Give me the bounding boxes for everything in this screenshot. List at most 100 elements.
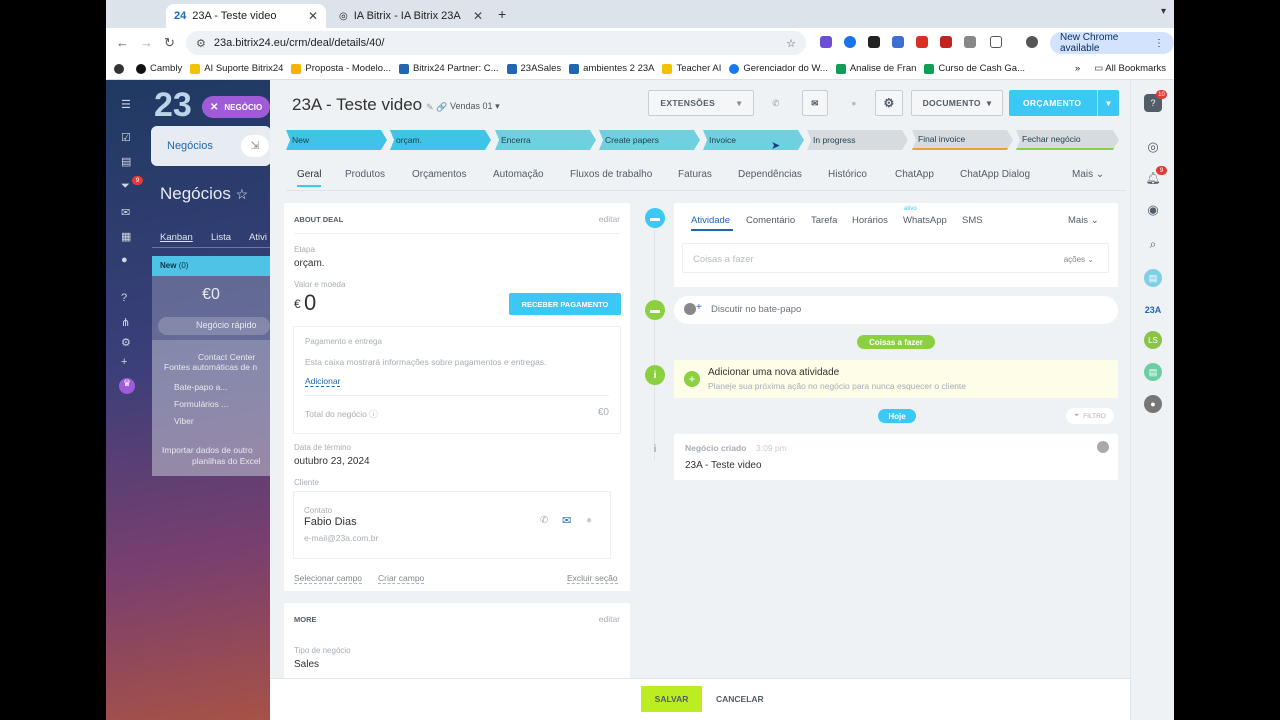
extension-icon[interactable] [892, 36, 904, 48]
user-photo-avatar[interactable]: ● [1144, 395, 1162, 413]
chat-icon[interactable]: ● [840, 90, 868, 116]
extension-icon[interactable] [964, 36, 976, 48]
reload-button[interactable]: ↻ [164, 35, 175, 51]
contact-name[interactable]: Fabio Dias [304, 516, 357, 528]
extensions-button[interactable]: EXTENSÕES ▾ [648, 90, 754, 116]
activity-tab-tarefa[interactable]: Tarefa [811, 215, 837, 226]
bookmark-item[interactable]: Curso de Cash Ga... [924, 63, 1025, 74]
actions-dropdown[interactable]: ações ⌄ [1064, 255, 1094, 264]
bookmark-item[interactable]: Proposta - Modelo... [291, 63, 391, 74]
gear-icon[interactable]: ⚙ [875, 90, 903, 116]
activity-tab-sms[interactable]: SMS [962, 215, 983, 226]
all-bookmarks[interactable]: » ▭ All Bookmarks [1075, 63, 1166, 74]
tab-automacao[interactable]: Automação [493, 169, 544, 180]
activity-tab-atividade[interactable]: Atividade [691, 215, 730, 226]
extension-icon[interactable] [868, 36, 880, 48]
tab-mais[interactable]: Mais ⌄ [1072, 169, 1104, 180]
receive-payment-button[interactable]: RECEBER PAGAMENTO [509, 293, 621, 315]
bookmark-item[interactable]: 23ASales [506, 63, 561, 74]
todo-input[interactable]: Coisas a fazer ações ⌄ [682, 243, 1109, 273]
stage-orcam[interactable]: orçam. [390, 130, 491, 150]
extension-icon[interactable] [820, 36, 832, 48]
quote-button[interactable]: ORÇAMENTO ▾ [1009, 90, 1119, 116]
bookmark-item[interactable]: ambientes 2 23A [569, 63, 654, 74]
stage-new[interactable]: New [286, 130, 387, 150]
edit-link[interactable]: editar [599, 214, 620, 224]
calendar-icon[interactable]: ▦ [121, 230, 135, 243]
notes-icon[interactable]: ▤ [1144, 363, 1162, 381]
tab-produtos[interactable]: Produtos [345, 169, 385, 180]
bookmark-star-icon[interactable]: ☆ [786, 37, 796, 50]
sitemap-icon[interactable]: ⋔ [121, 316, 135, 329]
create-field-link[interactable]: Criar campo [378, 573, 425, 584]
extension-icon[interactable] [844, 36, 856, 48]
chat-icon[interactable]: ◉ [1144, 201, 1162, 219]
browser-tab[interactable]: ◎ IA Bitrix - IA Bitrix 23A ✕ [331, 4, 491, 28]
edit-link[interactable]: editar [599, 614, 620, 624]
activity-tab-whatsapp[interactable]: WhatsApp [903, 215, 947, 226]
feed-icon[interactable]: ▤ [121, 155, 135, 168]
user-avatar[interactable]: LS [1144, 331, 1162, 349]
history-icon[interactable]: ◎ [1144, 138, 1162, 156]
menu-icon[interactable]: ☰ [121, 98, 135, 111]
mail-icon[interactable]: ✉ [802, 90, 828, 116]
add-icon[interactable]: + [121, 356, 135, 368]
tab-chatapp[interactable]: ChatApp [895, 169, 934, 180]
activity-tab-comentario[interactable]: Comentário [746, 215, 795, 226]
activity-tab-mais[interactable]: Mais ⌄ [1068, 215, 1099, 226]
stage-close-deal[interactable]: Fechar negócio [1016, 130, 1119, 150]
tab-chatapp-dialog[interactable]: ChatApp Dialog [960, 169, 1030, 180]
stage-encerra[interactable]: Encerra [495, 130, 596, 150]
save-button[interactable]: SALVAR [641, 686, 702, 712]
deal-title[interactable]: 23A - Teste video ✎ 🔗 [292, 95, 447, 115]
contact-email[interactable]: e-mail@23a.com.br [304, 533, 378, 543]
tab-historico[interactable]: Histórico [828, 169, 867, 180]
forward-button[interactable]: → [140, 35, 153, 50]
browser-tab-active[interactable]: 24 23A - Teste video ✕ [166, 4, 326, 28]
add-circle-icon[interactable]: + [684, 371, 700, 387]
chat-discuss-bar[interactable]: + Discutir no bate-papo [674, 296, 1118, 324]
delete-section-link[interactable]: Excluir seção [567, 573, 618, 584]
search-icon[interactable]: ⌕ [1144, 235, 1162, 253]
pipeline-selector[interactable]: Vendas 01 ▾ [450, 101, 500, 112]
bookmark-item[interactable]: Analise de Fran [835, 63, 916, 74]
phone-icon[interactable]: ✆ [540, 515, 548, 526]
activity-tab-horarios[interactable]: Horários [852, 215, 888, 226]
chat-icon[interactable]: ● [586, 515, 592, 526]
edit-pencil-icon[interactable]: ✎ 🔗 [426, 102, 447, 112]
extension-icon[interactable] [916, 36, 928, 48]
address-bar[interactable]: ⚙ 23a.bitrix24.eu/crm/deal/details/40/ ☆ [186, 31, 806, 55]
extension-icon[interactable] [940, 36, 952, 48]
tab-dependencias[interactable]: Dependências [738, 169, 802, 180]
stage-final-invoice[interactable]: Final invoice [912, 130, 1013, 150]
stage-in-progress[interactable]: In progress [807, 130, 908, 150]
workspace-logo[interactable]: 23A [1142, 301, 1164, 319]
cancel-button[interactable]: CANCELAR [710, 686, 770, 712]
back-button[interactable]: ← [116, 35, 129, 50]
tab-fluxos[interactable]: Fluxos de trabalho [570, 169, 652, 180]
tab-faturas[interactable]: Faturas [678, 169, 712, 180]
deal-tag[interactable]: ✕ NEGÓCIO [202, 96, 271, 118]
phone-icon[interactable]: ✆ [762, 90, 790, 116]
crown-icon[interactable]: ♛ [119, 378, 135, 394]
help-icon[interactable]: ? [121, 292, 135, 304]
mail-icon[interactable]: ✉ [562, 514, 571, 527]
tab-search-icon[interactable]: ▾ [1161, 6, 1166, 17]
close-icon[interactable]: ✕ [308, 9, 318, 23]
add-payment-link[interactable]: Adicionar [305, 376, 341, 387]
tab-orcamentos[interactable]: Orçamentos [412, 169, 466, 180]
stage-create-papers[interactable]: Create papers [599, 130, 700, 150]
close-icon[interactable]: ✕ [473, 9, 483, 23]
document-button[interactable]: DOCUMENTO ▾ [911, 90, 1003, 116]
new-tab-button[interactable]: + [498, 6, 506, 22]
extensions-puzzle-icon[interactable] [990, 36, 1002, 48]
site-info-icon[interactable]: ⚙ [196, 37, 206, 50]
new-chrome-available-button[interactable]: New Chrome available ⋮ [1050, 32, 1174, 54]
new-activity-card[interactable]: + Adicionar uma nova atividade Planeje s… [674, 360, 1118, 398]
stage-invoice[interactable]: Invoice [703, 130, 804, 150]
bookmark-item[interactable] [114, 63, 128, 74]
filter-button[interactable]: ⏷ FILTRO [1066, 408, 1114, 424]
bookmark-item[interactable]: Cambly [136, 63, 182, 74]
check-circle-icon[interactable]: ● [121, 254, 135, 266]
select-field-link[interactable]: Selecionar campo [294, 573, 363, 584]
